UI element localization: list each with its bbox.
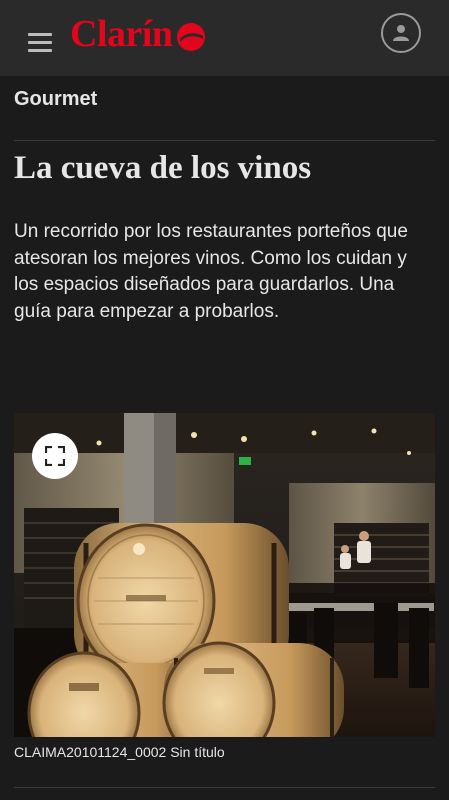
user-icon xyxy=(393,25,409,41)
divider xyxy=(14,787,435,788)
expand-image-button[interactable] xyxy=(32,433,78,479)
article-lead: Un recorrido por los restaurantes porteñ… xyxy=(14,221,408,322)
divider xyxy=(14,140,435,141)
article-image[interactable] xyxy=(14,413,435,737)
section-label[interactable]: Gourmet xyxy=(14,88,97,111)
image-caption: CLAIMA20101124_0002 Sin título xyxy=(14,744,225,760)
logo-mark-icon xyxy=(176,23,205,51)
article-title: La cueva de los vinos xyxy=(14,150,312,186)
top-bar: Clarín xyxy=(0,0,449,76)
expand-icon xyxy=(45,446,65,466)
hamburger-icon[interactable] xyxy=(28,33,52,53)
clarin-logo[interactable]: Clarín xyxy=(70,12,206,56)
logo-text: Clarín xyxy=(70,13,173,55)
account-button[interactable] xyxy=(381,13,421,53)
